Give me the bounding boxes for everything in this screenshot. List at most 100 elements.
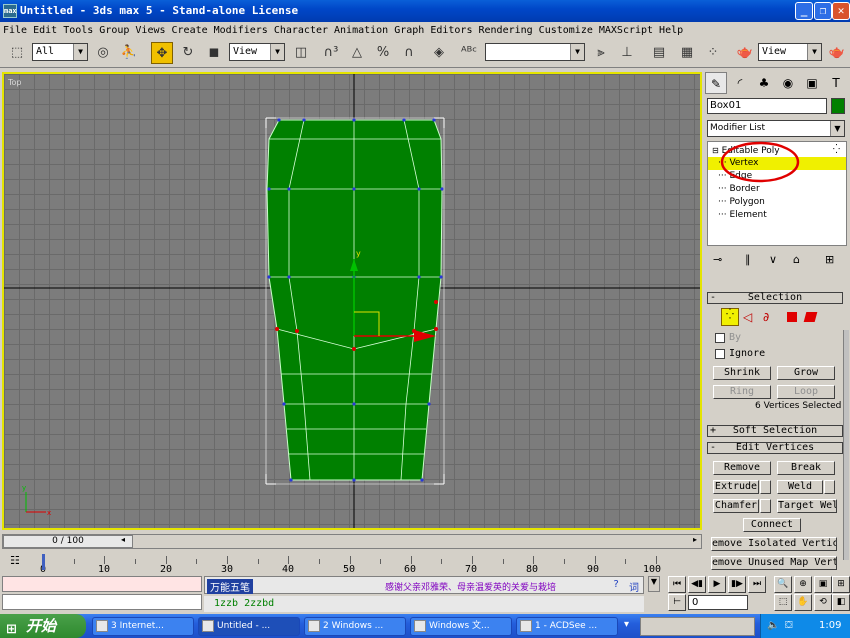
start-button[interactable]: ⊞ 开始: [0, 614, 86, 638]
scale-icon[interactable]: ◼: [203, 42, 225, 64]
task-windows-doc[interactable]: Windows 文...: [410, 617, 512, 636]
break-button[interactable]: Break: [777, 461, 835, 475]
select-icon[interactable]: ⬚: [6, 42, 28, 64]
named-selection-icon[interactable]: ◈: [428, 42, 450, 64]
slider-left-arrow-icon[interactable]: ◂: [121, 535, 125, 544]
zoom-all-icon[interactable]: ⊕: [794, 576, 812, 593]
menu-maxscript[interactable]: MAXScript: [596, 22, 656, 39]
edge-mode-icon[interactable]: ◁: [743, 310, 752, 324]
select-region-icon[interactable]: ◎: [92, 42, 114, 64]
grow-button[interactable]: Grow: [777, 366, 835, 380]
extrude-button[interactable]: Extrude: [713, 480, 759, 494]
ignore-backfacing-checkbox[interactable]: [715, 349, 725, 359]
stack-item-polygon[interactable]: ··· Polygon: [708, 196, 846, 209]
edit-vertices-rollout-header[interactable]: - Edit Vertices: [707, 442, 843, 454]
menu-character[interactable]: Character: [271, 22, 331, 39]
remove-isolated-vertices-button[interactable]: emove Isolated Vertic: [711, 537, 837, 551]
pan-icon[interactable]: ✋: [794, 594, 812, 611]
reference-coordinate-dropdown[interactable]: View ▼: [229, 43, 285, 61]
soft-selection-rollout-header[interactable]: + Soft Selection: [707, 425, 843, 437]
modify-tab-icon[interactable]: ◜: [729, 72, 751, 94]
menu-group[interactable]: Group: [96, 22, 132, 39]
pin-stack-icon[interactable]: ⊸: [713, 253, 722, 266]
create-tab-icon[interactable]: ✎: [705, 72, 727, 94]
by-vertex-checkbox[interactable]: [715, 333, 725, 343]
menu-tools[interactable]: Tools: [60, 22, 96, 39]
rotate-icon[interactable]: ↻: [177, 42, 199, 64]
make-unique-icon[interactable]: ∨: [769, 253, 777, 266]
edit-named-selection-icon[interactable]: ᴬᴮᶜ: [458, 42, 480, 64]
menu-modifiers[interactable]: Modifiers: [211, 22, 271, 39]
maximize-viewport-icon[interactable]: ◧: [832, 594, 850, 611]
ime-name[interactable]: 万能五笔: [207, 579, 253, 594]
connect-button[interactable]: Connect: [743, 518, 801, 532]
ring-button[interactable]: Ring: [713, 385, 771, 399]
language-bar[interactable]: [640, 617, 755, 636]
render-scene-icon[interactable]: 🫖: [734, 42, 756, 64]
prompt-line[interactable]: [2, 594, 202, 610]
align-icon[interactable]: ⊥: [616, 42, 638, 64]
remove-modifier-icon[interactable]: ⌂: [793, 253, 800, 266]
region-zoom-icon[interactable]: ⬚: [774, 594, 792, 611]
time-slider[interactable]: 0 / 100 ◂ ▸: [2, 534, 702, 549]
angle-snap-icon[interactable]: △: [346, 42, 368, 64]
show-end-result-icon[interactable]: ∥: [745, 253, 751, 266]
current-frame-field[interactable]: 0: [688, 595, 748, 610]
spinner-snap-icon[interactable]: ∩: [398, 42, 420, 64]
weld-button[interactable]: Weld: [777, 480, 823, 494]
ime-scroll-icon[interactable]: ▼: [648, 576, 660, 592]
stack-item-border[interactable]: ··· Border: [708, 183, 846, 196]
speaker-icon[interactable]: 🔈: [767, 614, 779, 638]
move-icon[interactable]: ✥: [151, 42, 173, 64]
menu-file[interactable]: File: [0, 22, 30, 39]
quick-render-icon[interactable]: 🫖: [826, 42, 848, 64]
panel-scrollbar[interactable]: [843, 330, 849, 560]
remove-unused-map-verts-button[interactable]: emove Unused Map Vert: [711, 556, 837, 570]
selection-rollout-header[interactable]: - Selection: [707, 292, 843, 304]
arc-rotate-icon[interactable]: ⟲: [814, 594, 832, 611]
render-view-dropdown[interactable]: View ▼: [758, 43, 822, 61]
shrink-button[interactable]: Shrink: [713, 366, 771, 380]
zoom-extents-icon[interactable]: ▣: [814, 576, 832, 593]
chamfer-button[interactable]: Chamfer: [713, 499, 759, 513]
chamfer-settings-button[interactable]: [760, 499, 771, 513]
polygon-mode-icon[interactable]: [787, 312, 797, 322]
go-to-end-icon[interactable]: ⏭: [748, 576, 766, 593]
task-internet[interactable]: 3 Internet...: [92, 617, 194, 636]
motion-tab-icon[interactable]: ◉: [777, 72, 799, 94]
selection-filter-dropdown[interactable]: All ▼: [32, 43, 88, 61]
time-cursor[interactable]: [42, 554, 45, 570]
element-mode-icon[interactable]: [803, 312, 818, 322]
loop-button[interactable]: Loop: [777, 385, 835, 399]
track-view-icon[interactable]: ☷: [10, 554, 20, 567]
go-to-start-icon[interactable]: ⏮: [668, 576, 686, 593]
menu-rendering[interactable]: Rendering: [475, 22, 535, 39]
select-by-name-icon[interactable]: ⛹: [118, 42, 140, 64]
task-3dsmax[interactable]: Untitled - ...: [198, 617, 300, 636]
object-color-swatch[interactable]: [831, 98, 845, 114]
menu-create[interactable]: Create: [169, 22, 211, 39]
previous-frame-icon[interactable]: ◀▮: [688, 576, 706, 593]
vertex-mode-icon[interactable]: ⁛: [721, 308, 739, 326]
maximize-button[interactable]: ❐: [814, 2, 832, 20]
taskbar-expand-icon[interactable]: ▾: [624, 619, 629, 630]
maxscript-listener[interactable]: [2, 576, 202, 592]
curve-editor-icon[interactable]: ▦: [676, 42, 698, 64]
zoom-icon[interactable]: 🔍: [774, 576, 792, 593]
top-viewport[interactable]: Top y y x: [2, 72, 702, 530]
border-mode-icon[interactable]: ∂: [763, 310, 769, 324]
slider-right-arrow-icon[interactable]: ▸: [693, 535, 697, 544]
clock[interactable]: 1:09: [819, 614, 841, 638]
extrude-settings-button[interactable]: [760, 480, 771, 494]
named-selection-set-dropdown[interactable]: ▼: [485, 43, 585, 61]
pivot-center-icon[interactable]: ◫: [290, 42, 312, 64]
zoom-extents-all-icon[interactable]: ⊞: [832, 576, 850, 593]
play-icon[interactable]: ▶: [708, 576, 726, 593]
menu-animation[interactable]: Animation: [331, 22, 391, 39]
task-acdsee[interactable]: 1 - ACDSee ...: [516, 617, 618, 636]
menu-edit[interactable]: Edit: [30, 22, 60, 39]
network-icon[interactable]: ⛋: [785, 614, 793, 638]
key-mode-icon[interactable]: ⊢: [668, 594, 686, 611]
layer-manager-icon[interactable]: ▤: [648, 42, 670, 64]
ime-help[interactable]: ?: [613, 579, 619, 590]
